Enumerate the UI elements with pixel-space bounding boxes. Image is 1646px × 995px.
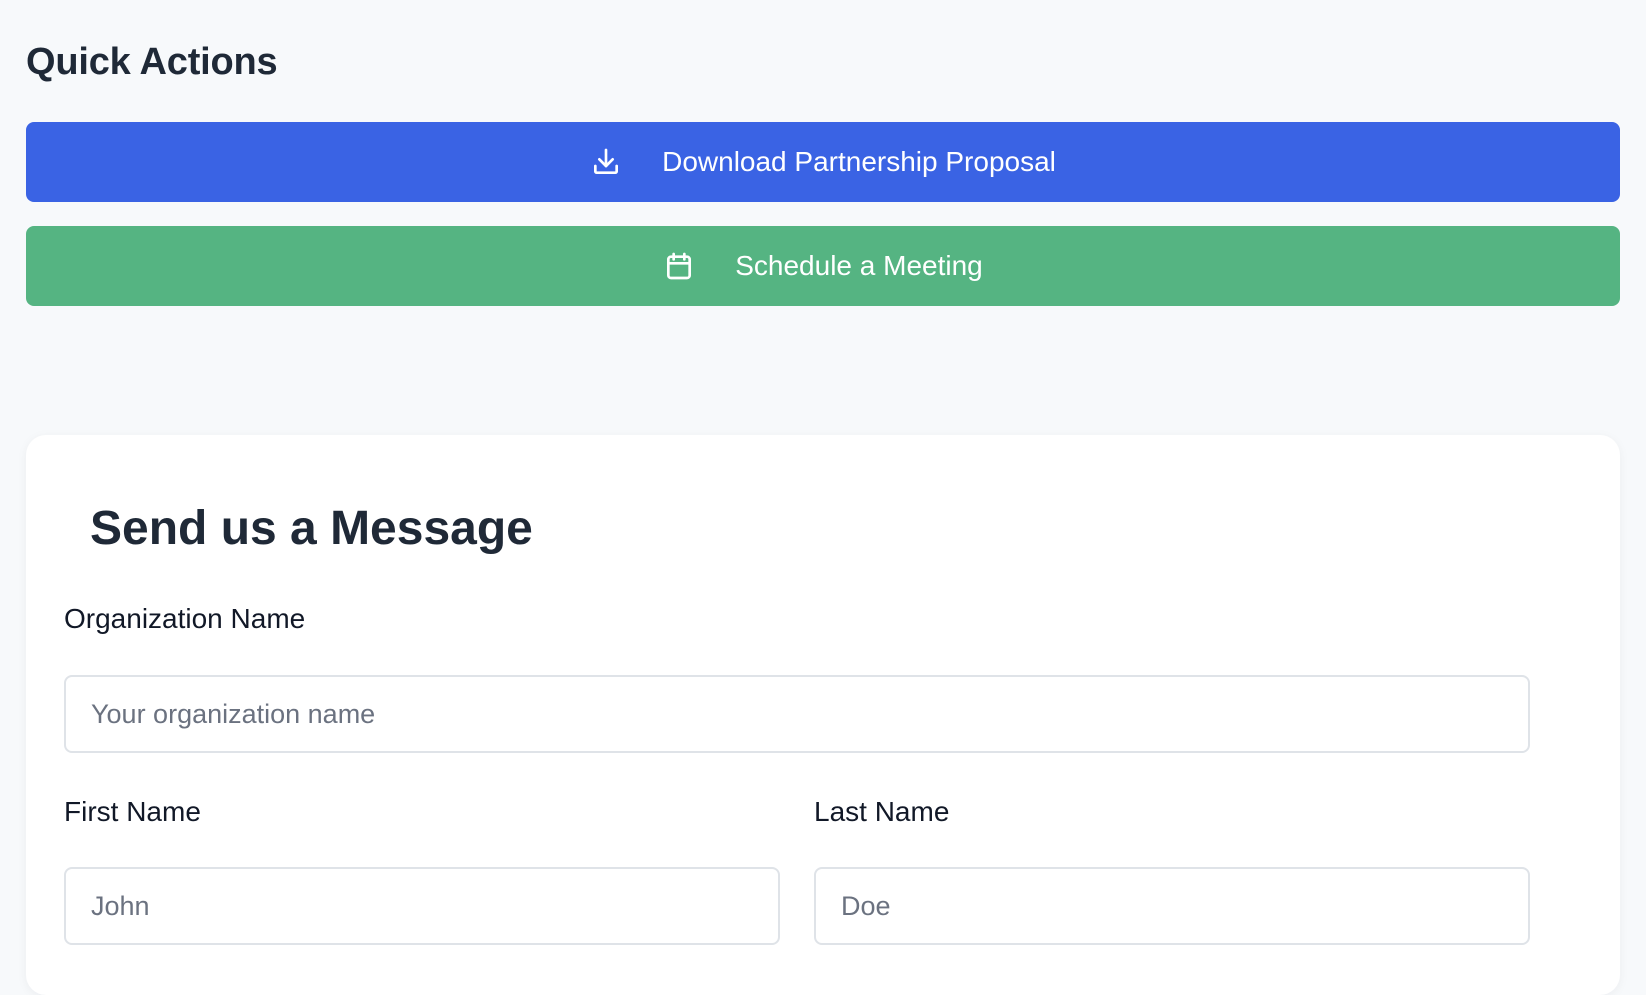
download-proposal-button[interactable]: Download Partnership Proposal bbox=[26, 122, 1620, 202]
schedule-meeting-button[interactable]: Schedule a Meeting bbox=[26, 226, 1620, 306]
download-proposal-label: Download Partnership Proposal bbox=[662, 146, 1056, 177]
first-name-input[interactable] bbox=[64, 867, 780, 945]
calendar-icon bbox=[663, 250, 695, 282]
last-name-input[interactable] bbox=[814, 867, 1530, 945]
last-name-label: Last Name bbox=[814, 796, 950, 827]
first-name-label: First Name bbox=[64, 796, 201, 827]
organization-name-label: Organization Name bbox=[64, 603, 306, 634]
organization-name-input[interactable] bbox=[64, 675, 1530, 753]
message-form-title: Send us a Message bbox=[90, 502, 533, 555]
schedule-meeting-label: Schedule a Meeting bbox=[735, 250, 983, 281]
quick-actions-title: Quick Actions bbox=[26, 41, 278, 83]
download-icon bbox=[590, 146, 622, 178]
